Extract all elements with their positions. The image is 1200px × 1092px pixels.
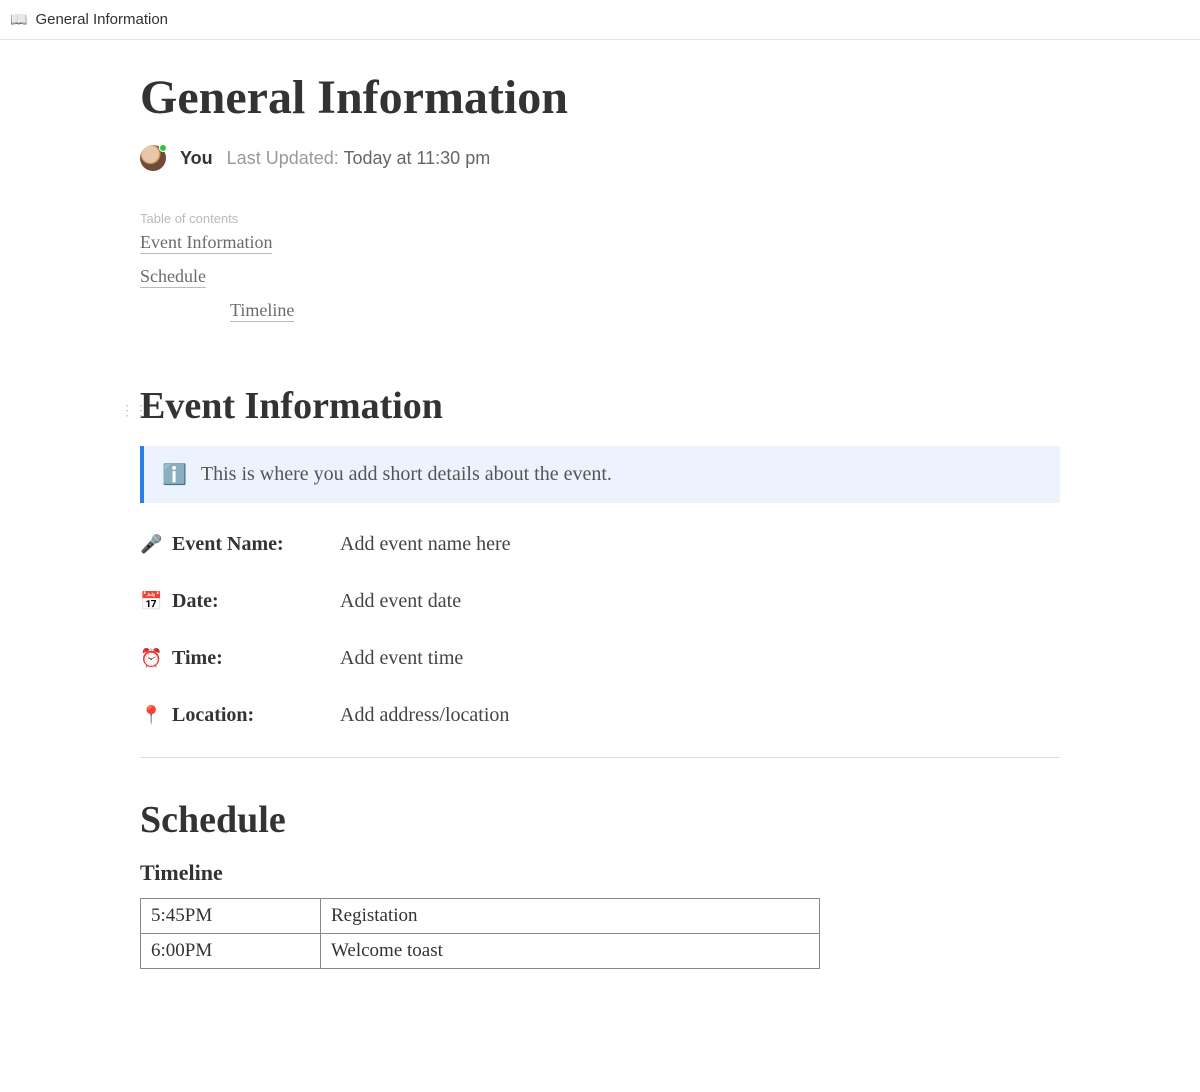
timeline-time[interactable]: 5:45PM <box>141 899 321 934</box>
info-icon: ℹ️ <box>162 462 187 487</box>
table-row[interactable]: 5:45PM Registation <box>141 899 820 934</box>
author-name[interactable]: You <box>180 148 213 169</box>
toc-link-schedule[interactable]: Schedule <box>140 266 206 288</box>
table-of-contents: Table of contents Event Information Sche… <box>140 211 1060 334</box>
book-icon: 📖 <box>10 11 27 28</box>
label-time-text: Time: <box>172 647 223 670</box>
divider <box>140 757 1060 758</box>
pin-icon: 📍 <box>140 705 162 726</box>
topbar: 📖 General Information <box>0 0 1200 40</box>
table-row[interactable]: 6:00PM Welcome toast <box>141 934 820 969</box>
timeline-desc[interactable]: Welcome toast <box>321 934 820 969</box>
label-event-name-text: Event Name: <box>172 533 284 556</box>
label-date-text: Date: <box>172 590 219 613</box>
toc-link-event-information[interactable]: Event Information <box>140 232 272 254</box>
value-location[interactable]: Add address/location <box>340 704 1060 727</box>
meta-row: You Last Updated: Today at 11:30 pm <box>140 145 1060 171</box>
presence-dot-icon <box>159 144 167 152</box>
drag-handle-icon[interactable]: ⋮⋮ <box>120 402 148 419</box>
event-info-grid: 🎤 Event Name: Add event name here 📅 Date… <box>140 533 1060 727</box>
heading-timeline[interactable]: Timeline <box>140 860 1060 886</box>
label-location-text: Location: <box>172 704 254 727</box>
toc-label: Table of contents <box>140 211 1060 226</box>
toc-link-timeline[interactable]: Timeline <box>230 300 294 322</box>
topbar-title: General Information <box>35 11 168 28</box>
label-date: 📅 Date: <box>140 590 340 613</box>
heading-schedule[interactable]: Schedule <box>140 798 1060 842</box>
timeline-table: 5:45PM Registation 6:00PM Welcome toast <box>140 898 820 969</box>
updated-label: Last Updated: <box>227 148 339 168</box>
value-date[interactable]: Add event date <box>340 590 1060 613</box>
label-location: 📍 Location: <box>140 704 340 727</box>
value-time[interactable]: Add event time <box>340 647 1060 670</box>
calendar-icon: 📅 <box>140 591 162 612</box>
info-callout[interactable]: ℹ️ This is where you add short details a… <box>140 446 1060 503</box>
page-title[interactable]: General Information <box>140 70 1060 125</box>
value-event-name[interactable]: Add event name here <box>340 533 1060 556</box>
author-avatar[interactable] <box>140 145 166 171</box>
callout-text: This is where you add short details abou… <box>201 463 612 486</box>
label-time: ⏰ Time: <box>140 647 340 670</box>
clock-icon: ⏰ <box>140 648 162 669</box>
timeline-desc[interactable]: Registation <box>321 899 820 934</box>
updated-value: Today at 11:30 pm <box>343 148 490 168</box>
page-body: General Information You Last Updated: To… <box>140 40 1060 1009</box>
heading-event-information[interactable]: Event Information <box>140 384 1060 428</box>
microphone-icon: 🎤 <box>140 534 162 555</box>
timeline-time[interactable]: 6:00PM <box>141 934 321 969</box>
label-event-name: 🎤 Event Name: <box>140 533 340 556</box>
